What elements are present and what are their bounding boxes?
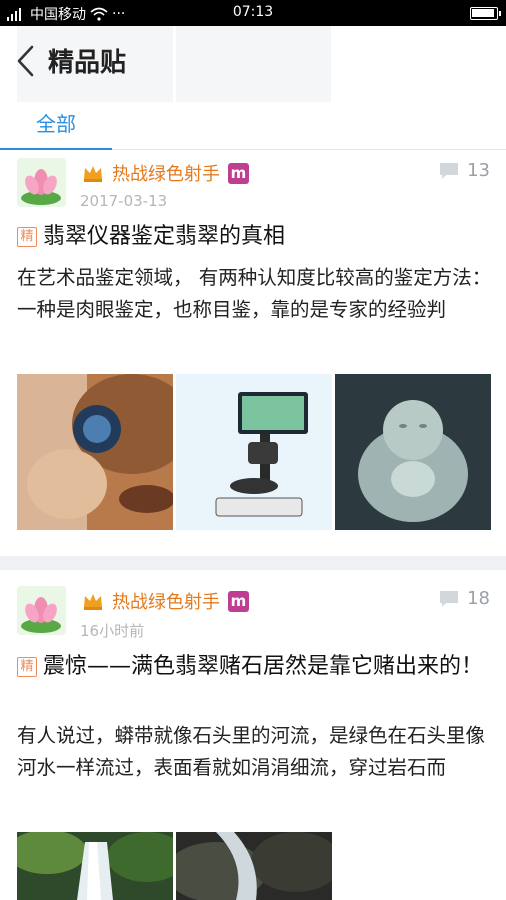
post-card[interactable]: 热战绿色射手 m 2017-03-13 13 精翡翠仪器鉴定翡翠的真相 在艺术品… — [0, 150, 506, 556]
author-row: 热战绿色射手 m — [82, 160, 249, 186]
comment-count[interactable]: 13 — [439, 160, 490, 181]
featured-tag: 精 — [17, 657, 37, 677]
comment-icon — [440, 590, 459, 607]
post-title-text: 震惊——满色翡翠赌石居然是靠它赌出来的！ — [43, 654, 484, 679]
comment-count-value: 13 — [467, 160, 490, 181]
jade-buddha-image[interactable] — [335, 374, 491, 530]
post-divider — [0, 556, 506, 570]
post-date: 16小时前 — [80, 622, 145, 640]
tab-bar: 全部 — [0, 106, 506, 151]
author-name[interactable]: 热战绿色射手 — [112, 588, 220, 614]
post-images — [17, 374, 491, 530]
comment-icon — [440, 162, 459, 179]
crown-icon — [84, 594, 102, 610]
post-title-text: 翡翠仪器鉴定翡翠的真相 — [43, 224, 286, 249]
page-title: 精品贴 — [48, 48, 127, 78]
header-bg-tile — [176, 26, 331, 102]
post-excerpt: 有人说过，蟒带就像石头里的河流，是绿色在石头里像河水一样流过，表面看就如涓涓细流… — [17, 724, 486, 779]
post-excerpt: 在艺术品鉴定领域， 有两种认知度比较高的鉴定方法：一种是肉眼鉴定，也称目鉴，靠的… — [17, 266, 492, 321]
stream-rocks-image[interactable] — [176, 832, 332, 900]
lotus-icon — [17, 586, 66, 635]
author-row: 热战绿色射手 m — [82, 588, 249, 614]
featured-tag: 精 — [17, 227, 37, 247]
tab-label: 全部 — [36, 112, 76, 136]
battery-icon — [470, 7, 501, 20]
lotus-icon — [17, 158, 66, 207]
level-badge: m — [228, 590, 249, 612]
avatar[interactable] — [17, 586, 66, 635]
back-arrow-icon[interactable] — [14, 44, 38, 78]
author-name[interactable]: 热战绿色射手 — [112, 160, 220, 186]
tab-all[interactable]: 全部 — [0, 106, 112, 151]
avatar[interactable] — [17, 158, 66, 207]
post-title[interactable]: 精震惊——满色翡翠赌石居然是靠它赌出来的！ — [17, 652, 492, 682]
status-time: 07:13 — [232, 4, 274, 20]
post-images — [17, 832, 332, 900]
header: 精品贴 — [0, 26, 506, 106]
loupe-inspection-image[interactable] — [17, 374, 173, 530]
post-date: 2017-03-13 — [80, 192, 168, 210]
comment-count-value: 18 — [467, 588, 490, 609]
crown-icon — [84, 166, 102, 182]
level-badge: m — [228, 162, 249, 184]
status-bar: 中国移动 ··· 07:13 — [0, 0, 506, 26]
post-title[interactable]: 精翡翠仪器鉴定翡翠的真相 — [17, 222, 492, 252]
gem-microscope-image[interactable] — [176, 374, 332, 530]
waterfall-image[interactable] — [17, 832, 173, 900]
comment-count[interactable]: 18 — [439, 588, 490, 609]
post-card[interactable]: 热战绿色射手 m 16小时前 18 精震惊——满色翡翠赌石居然是靠它赌出来的！ … — [0, 570, 506, 900]
